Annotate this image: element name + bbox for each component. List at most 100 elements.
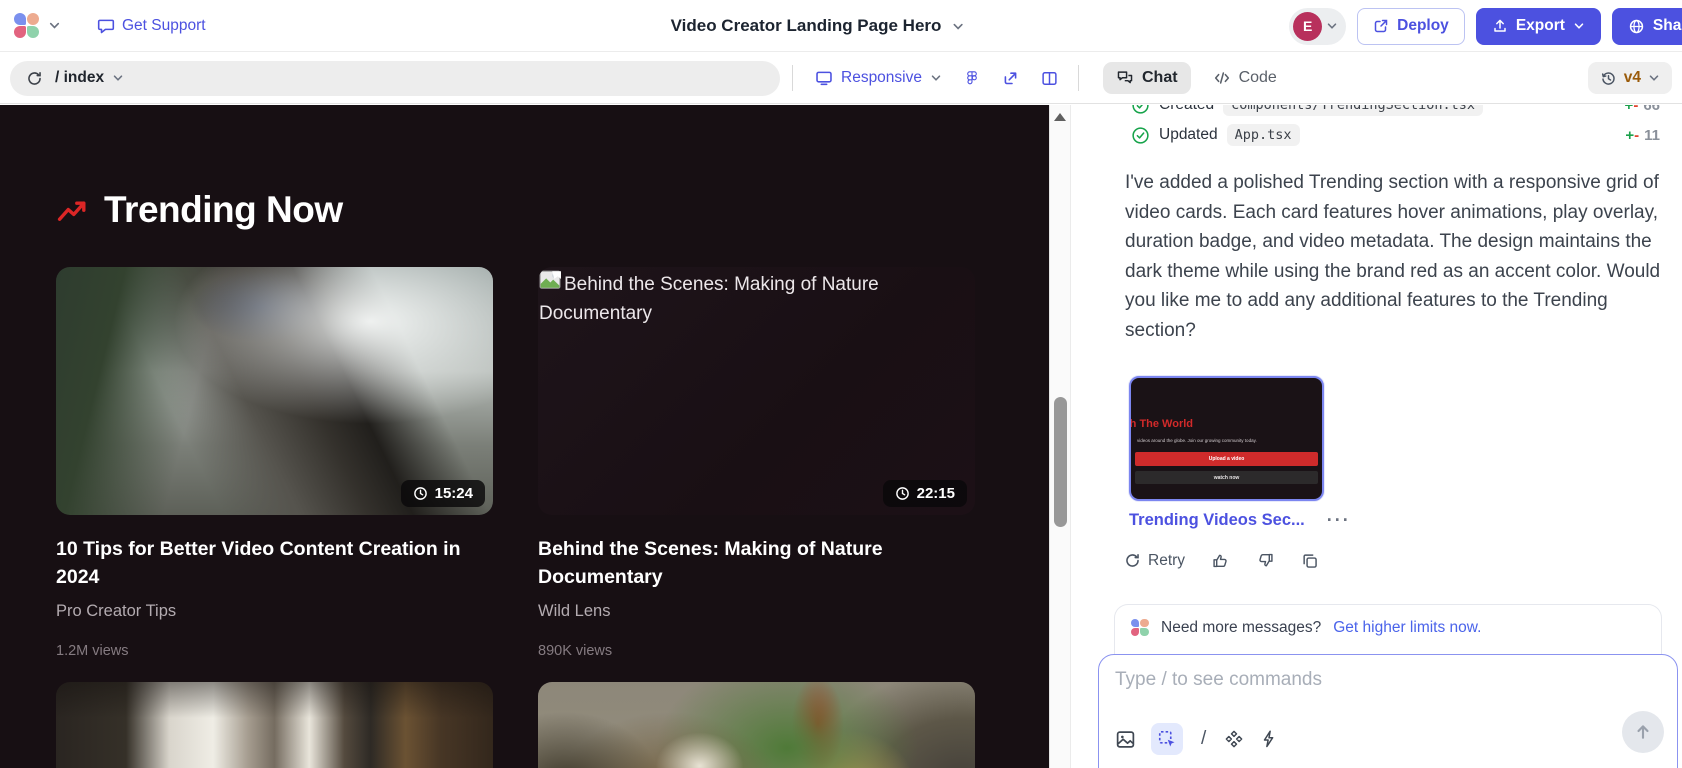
- page-path-dropdown[interactable]: / index: [55, 69, 124, 87]
- video-thumbnail-broken[interactable]: Behind the Scenes: Making of Nature Docu…: [538, 267, 975, 515]
- account-menu[interactable]: E: [1289, 8, 1346, 45]
- message-actions: Retry: [1124, 551, 1319, 570]
- pop-out-icon[interactable]: [1002, 70, 1019, 87]
- element-select-icon[interactable]: [1151, 723, 1183, 755]
- thumbs-up-icon[interactable]: [1211, 551, 1230, 570]
- external-link-icon: [1373, 18, 1389, 34]
- app-logo-icon[interactable]: [14, 13, 40, 39]
- image-alt-text: Behind the Scenes: Making of Nature Docu…: [539, 274, 879, 324]
- deploy-button[interactable]: Deploy: [1357, 8, 1465, 45]
- event-row-updated: Updated App.tsx +-11: [1131, 124, 1660, 146]
- monitor-icon: [815, 69, 833, 87]
- banner-text: Need more messages?: [1161, 619, 1321, 637]
- clock-icon: [895, 486, 910, 501]
- slash-command-button[interactable]: /: [1198, 728, 1209, 750]
- refresh-icon[interactable]: [26, 70, 43, 87]
- export-label: Export: [1516, 17, 1565, 35]
- duration-text: 22:15: [917, 485, 955, 502]
- event-file-chip[interactable]: App.tsx: [1227, 124, 1300, 146]
- diff-count: 66: [1643, 105, 1660, 114]
- clock-icon: [413, 486, 428, 501]
- event-action: Created: [1159, 105, 1214, 114]
- get-support-label: Get Support: [122, 17, 206, 35]
- video-title: 10 Tips for Better Video Content Creatio…: [56, 535, 476, 591]
- video-card[interactable]: 15:24 10 Tips for Better Video Content C…: [56, 267, 493, 659]
- chat-input[interactable]: [1115, 669, 1661, 691]
- preview-canvas: Trending Now 15:24 10 Tips for Better Vi…: [0, 105, 1049, 768]
- version-dropdown[interactable]: v4: [1588, 62, 1672, 94]
- globe-icon: [1628, 18, 1645, 35]
- video-thumbnail-partial[interactable]: [538, 682, 975, 768]
- video-thumbnail-partial[interactable]: [56, 682, 493, 768]
- check-circle-icon: [1131, 105, 1150, 115]
- app-window: Get Support Video Creator Landing Page H…: [0, 0, 1682, 768]
- send-button[interactable]: [1622, 711, 1664, 753]
- code-icon: [1213, 69, 1231, 87]
- duration-badge: 15:24: [401, 480, 485, 507]
- diff-minus: -: [1634, 127, 1639, 144]
- toolbar: / index Responsive: [0, 53, 1682, 104]
- mini-heading: th The World: [1129, 418, 1193, 430]
- banner-upgrade-link[interactable]: Get higher limits now.: [1333, 619, 1481, 637]
- input-toolbar: /: [1115, 723, 1279, 755]
- divider: [1078, 65, 1079, 91]
- version-label: v4: [1624, 69, 1641, 87]
- event-file-chip[interactable]: components/TrendingSection.tsx: [1223, 105, 1483, 116]
- logo-menu-chevron-icon[interactable]: [48, 19, 61, 32]
- deploy-label: Deploy: [1397, 17, 1449, 35]
- project-title: Video Creator Landing Page Hero: [671, 16, 942, 36]
- project-title-dropdown[interactable]: Video Creator Landing Page Hero: [671, 0, 965, 52]
- url-bar[interactable]: / index: [10, 61, 780, 96]
- attachment-label[interactable]: Trending Videos Sec...: [1129, 511, 1305, 530]
- video-channel: Pro Creator Tips: [56, 602, 493, 621]
- retry-label: Retry: [1148, 552, 1185, 570]
- attachment: th The World videos around the globe. Jo…: [1129, 376, 1351, 531]
- attach-image-icon[interactable]: [1115, 729, 1136, 750]
- video-channel: Wild Lens: [538, 602, 975, 621]
- export-chevron-icon: [1573, 20, 1585, 32]
- app-logo-mini-icon: [1131, 619, 1149, 637]
- copy-icon[interactable]: [1301, 552, 1319, 570]
- scrollbar-thumb[interactable]: [1054, 397, 1067, 527]
- limits-banner: Need more messages? Get higher limits no…: [1114, 604, 1662, 656]
- split-panel-icon[interactable]: [1041, 70, 1058, 87]
- tab-chat[interactable]: Chat: [1103, 62, 1191, 94]
- tab-code[interactable]: Code: [1213, 69, 1277, 87]
- chat-input-box[interactable]: /: [1098, 654, 1678, 768]
- speech-bubble-icon: [97, 17, 115, 35]
- video-card[interactable]: Behind the Scenes: Making of Nature Docu…: [538, 267, 975, 659]
- chat-panel: Created components/TrendingSection.tsx +…: [1070, 105, 1682, 768]
- lightning-icon[interactable]: [1259, 729, 1279, 749]
- video-thumbnail[interactable]: 15:24: [56, 267, 493, 515]
- history-icon: [1600, 70, 1617, 87]
- video-title: Behind the Scenes: Making of Nature Docu…: [538, 535, 958, 591]
- scroll-up-arrow[interactable]: [1054, 113, 1066, 121]
- export-button[interactable]: Export: [1476, 8, 1601, 45]
- get-support-link[interactable]: Get Support: [97, 17, 206, 35]
- trending-up-icon: [56, 194, 88, 226]
- thumbs-down-icon[interactable]: [1256, 551, 1275, 570]
- assistant-message: I've added a polished Trending section w…: [1125, 168, 1682, 345]
- attachment-menu[interactable]: ···: [1327, 510, 1351, 531]
- responsive-chevron-icon: [930, 72, 942, 84]
- upload-icon: [1492, 18, 1508, 34]
- share-button[interactable]: Share: [1612, 8, 1682, 45]
- account-chevron-icon: [1326, 20, 1338, 32]
- diff-count: 11: [1644, 127, 1660, 144]
- responsive-label: Responsive: [841, 69, 922, 87]
- version-chevron-icon: [1648, 72, 1660, 84]
- components-icon[interactable]: [1224, 729, 1244, 749]
- diff-minus: -: [1633, 105, 1638, 114]
- preview-scrollbar[interactable]: [1049, 105, 1070, 768]
- tab-chat-label: Chat: [1142, 69, 1178, 87]
- responsive-dropdown[interactable]: Responsive: [815, 69, 942, 87]
- title-chevron-icon: [951, 20, 964, 33]
- duration-text: 15:24: [435, 485, 473, 502]
- retry-icon: [1124, 552, 1141, 569]
- retry-button[interactable]: Retry: [1124, 552, 1185, 570]
- figma-icon[interactable]: [964, 70, 980, 86]
- attachment-thumbnail[interactable]: th The World videos around the globe. Jo…: [1129, 376, 1324, 501]
- diff-stat: +-11: [1625, 127, 1660, 144]
- mini-watch-button: watch now: [1135, 471, 1318, 484]
- check-circle-icon: [1131, 126, 1150, 145]
